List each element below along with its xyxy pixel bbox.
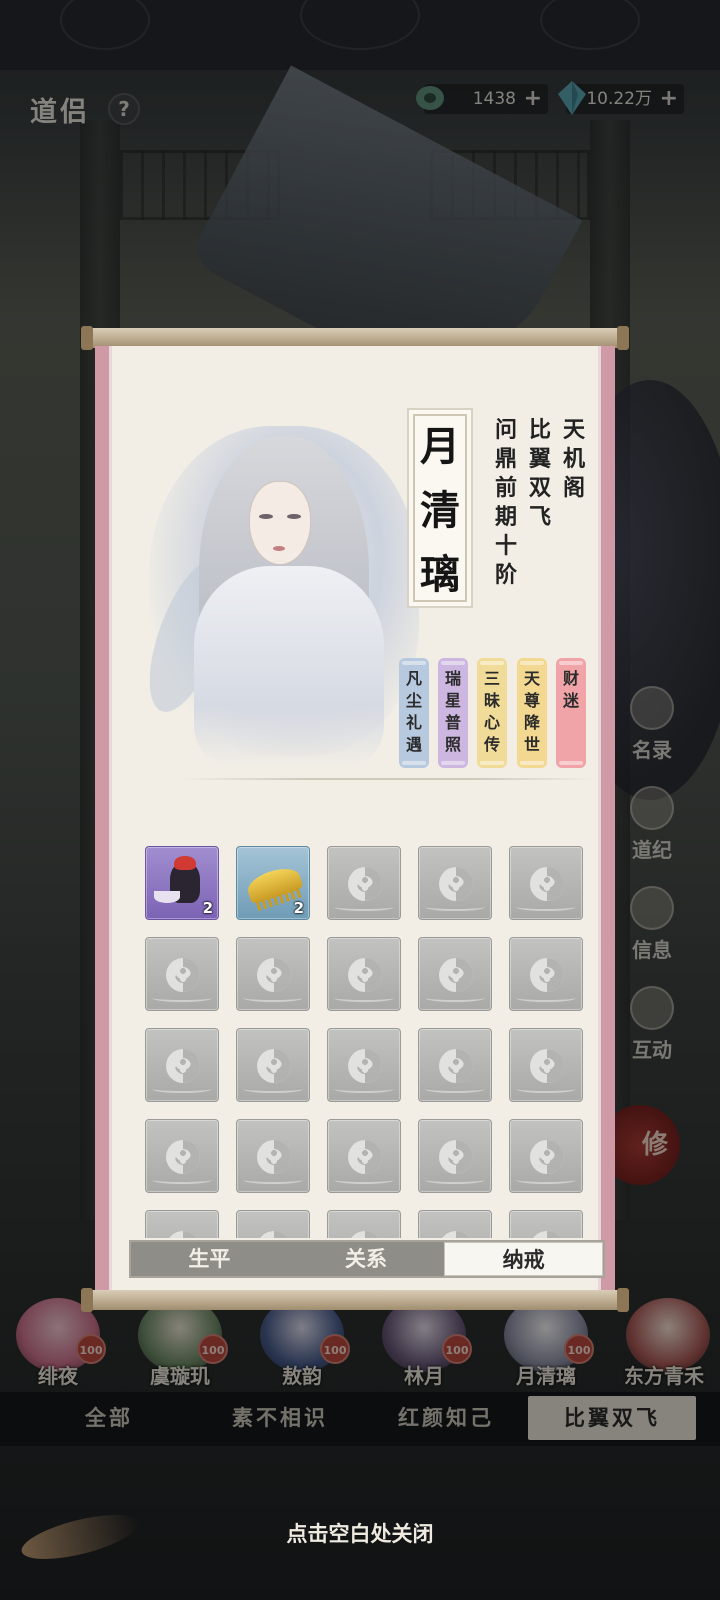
inventory-slot-empty[interactable] xyxy=(418,1210,492,1238)
cloud-wave-decor xyxy=(243,1176,303,1184)
inventory-slot-empty[interactable] xyxy=(145,1028,219,1102)
cloud-wave-decor xyxy=(334,1176,394,1184)
yin-yang-icon xyxy=(348,1049,382,1083)
scroll-paper: 月 清 璃 天机阁 比翼双飞 问鼎前期十阶 凡尘礼遇 瑞星普照 三昧心传 天尊降… xyxy=(95,346,615,1292)
inventory-slot-empty[interactable] xyxy=(236,1028,310,1102)
inventory-slot-empty[interactable] xyxy=(327,846,401,920)
inventory-slot-empty[interactable] xyxy=(327,937,401,1011)
yin-yang-icon xyxy=(166,1231,200,1238)
cloud-wave-decor xyxy=(152,994,212,1002)
cloud-wave-decor xyxy=(516,903,576,911)
item-count: 2 xyxy=(293,899,304,917)
yin-yang-icon xyxy=(348,1231,382,1238)
inventory-slot-empty[interactable] xyxy=(418,1119,492,1193)
yin-yang-icon xyxy=(348,958,382,992)
cloud-wave-decor xyxy=(516,1085,576,1093)
section-divider xyxy=(179,778,599,780)
tab-biography[interactable]: 生平 xyxy=(131,1242,288,1276)
companion-name-plate: 月 清 璃 xyxy=(407,408,473,608)
yin-yang-icon xyxy=(530,958,564,992)
companion-detail-scroll: 月 清 璃 天机阁 比翼双飞 问鼎前期十阶 凡尘礼遇 瑞星普照 三昧心传 天尊降… xyxy=(81,326,629,1312)
cloud-wave-decor xyxy=(334,994,394,1002)
close-hint: 点击空白处关闭 xyxy=(286,1521,434,1546)
yin-yang-icon xyxy=(257,958,291,992)
inventory-slot-empty[interactable] xyxy=(509,1210,583,1238)
yin-yang-icon xyxy=(348,1140,382,1174)
companion-relation: 比翼双飞 xyxy=(528,417,551,530)
inventory-slot-empty[interactable] xyxy=(509,1119,583,1193)
cloud-wave-decor xyxy=(425,903,485,911)
yin-yang-icon xyxy=(530,1231,564,1238)
item-count: 2 xyxy=(202,899,213,917)
inventory-slot-empty[interactable] xyxy=(509,1028,583,1102)
detail-tabs: 生平 关系 纳戒 xyxy=(129,1240,605,1278)
inventory-slot-empty[interactable] xyxy=(509,846,583,920)
cloud-wave-decor xyxy=(516,1176,576,1184)
yin-yang-icon xyxy=(257,1049,291,1083)
inventory-slot-empty[interactable] xyxy=(236,937,310,1011)
yin-yang-icon xyxy=(439,958,473,992)
companion-portrait xyxy=(133,406,439,776)
companion-sect: 天机阁 xyxy=(562,417,585,501)
tab-storage-ring[interactable]: 纳戒 xyxy=(444,1242,604,1276)
inventory-slot-empty[interactable] xyxy=(327,1210,401,1238)
yin-yang-icon xyxy=(439,1140,473,1174)
yin-yang-icon xyxy=(166,1140,200,1174)
ring-inventory-grid: 2 2 xyxy=(145,846,595,1238)
cloud-wave-decor xyxy=(334,903,394,911)
trait-tag[interactable]: 凡尘礼遇 xyxy=(399,658,429,768)
name-char: 月 xyxy=(420,423,460,470)
tab-relations[interactable]: 关系 xyxy=(288,1242,445,1276)
cloud-wave-decor xyxy=(152,1176,212,1184)
cloud-wave-decor xyxy=(243,1085,303,1093)
bowl xyxy=(154,891,180,903)
yin-yang-icon xyxy=(348,867,382,901)
yin-yang-icon xyxy=(439,1049,473,1083)
inventory-slot-empty[interactable] xyxy=(145,1210,219,1238)
yin-yang-icon xyxy=(439,1231,473,1238)
yin-yang-icon xyxy=(530,867,564,901)
inventory-slot-empty[interactable] xyxy=(327,1119,401,1193)
jar-cap xyxy=(174,856,196,870)
inventory-slot-empty[interactable] xyxy=(418,937,492,1011)
inventory-slot[interactable]: 2 xyxy=(236,846,310,920)
inventory-slot-empty[interactable] xyxy=(509,937,583,1011)
yin-yang-icon xyxy=(439,867,473,901)
cloud-wave-decor xyxy=(425,1176,485,1184)
trait-tag[interactable]: 天尊降世 xyxy=(517,658,547,768)
trait-tag[interactable]: 财迷 xyxy=(556,658,586,768)
cloud-wave-decor xyxy=(243,994,303,1002)
scroll-top-rod xyxy=(81,326,629,350)
inventory-slot-empty[interactable] xyxy=(236,1210,310,1238)
yin-yang-icon xyxy=(257,1140,291,1174)
trait-tag[interactable]: 瑞星普照 xyxy=(438,658,468,768)
inventory-slot[interactable]: 2 xyxy=(145,846,219,920)
cloud-wave-decor xyxy=(425,1085,485,1093)
yin-yang-icon xyxy=(530,1140,564,1174)
inventory-slot-empty[interactable] xyxy=(418,846,492,920)
trait-tag[interactable]: 三昧心传 xyxy=(477,658,507,768)
scroll-bottom-rod xyxy=(81,1288,629,1312)
name-char: 清 xyxy=(420,487,460,534)
yin-yang-icon xyxy=(530,1049,564,1083)
yin-yang-icon xyxy=(257,1231,291,1238)
yin-yang-icon xyxy=(166,1049,200,1083)
yin-yang-icon xyxy=(166,958,200,992)
inventory-slot-empty[interactable] xyxy=(236,1119,310,1193)
inventory-slot-empty[interactable] xyxy=(145,937,219,1011)
cloud-wave-decor xyxy=(516,994,576,1002)
inventory-slot-empty[interactable] xyxy=(418,1028,492,1102)
name-char: 璃 xyxy=(420,551,460,598)
inventory-slot-empty[interactable] xyxy=(327,1028,401,1102)
cloud-wave-decor xyxy=(152,1085,212,1093)
companion-realm: 问鼎前期十阶 xyxy=(494,417,517,588)
inventory-slot-empty[interactable] xyxy=(145,1119,219,1193)
cloud-wave-decor xyxy=(425,994,485,1002)
cloud-wave-decor xyxy=(334,1085,394,1093)
